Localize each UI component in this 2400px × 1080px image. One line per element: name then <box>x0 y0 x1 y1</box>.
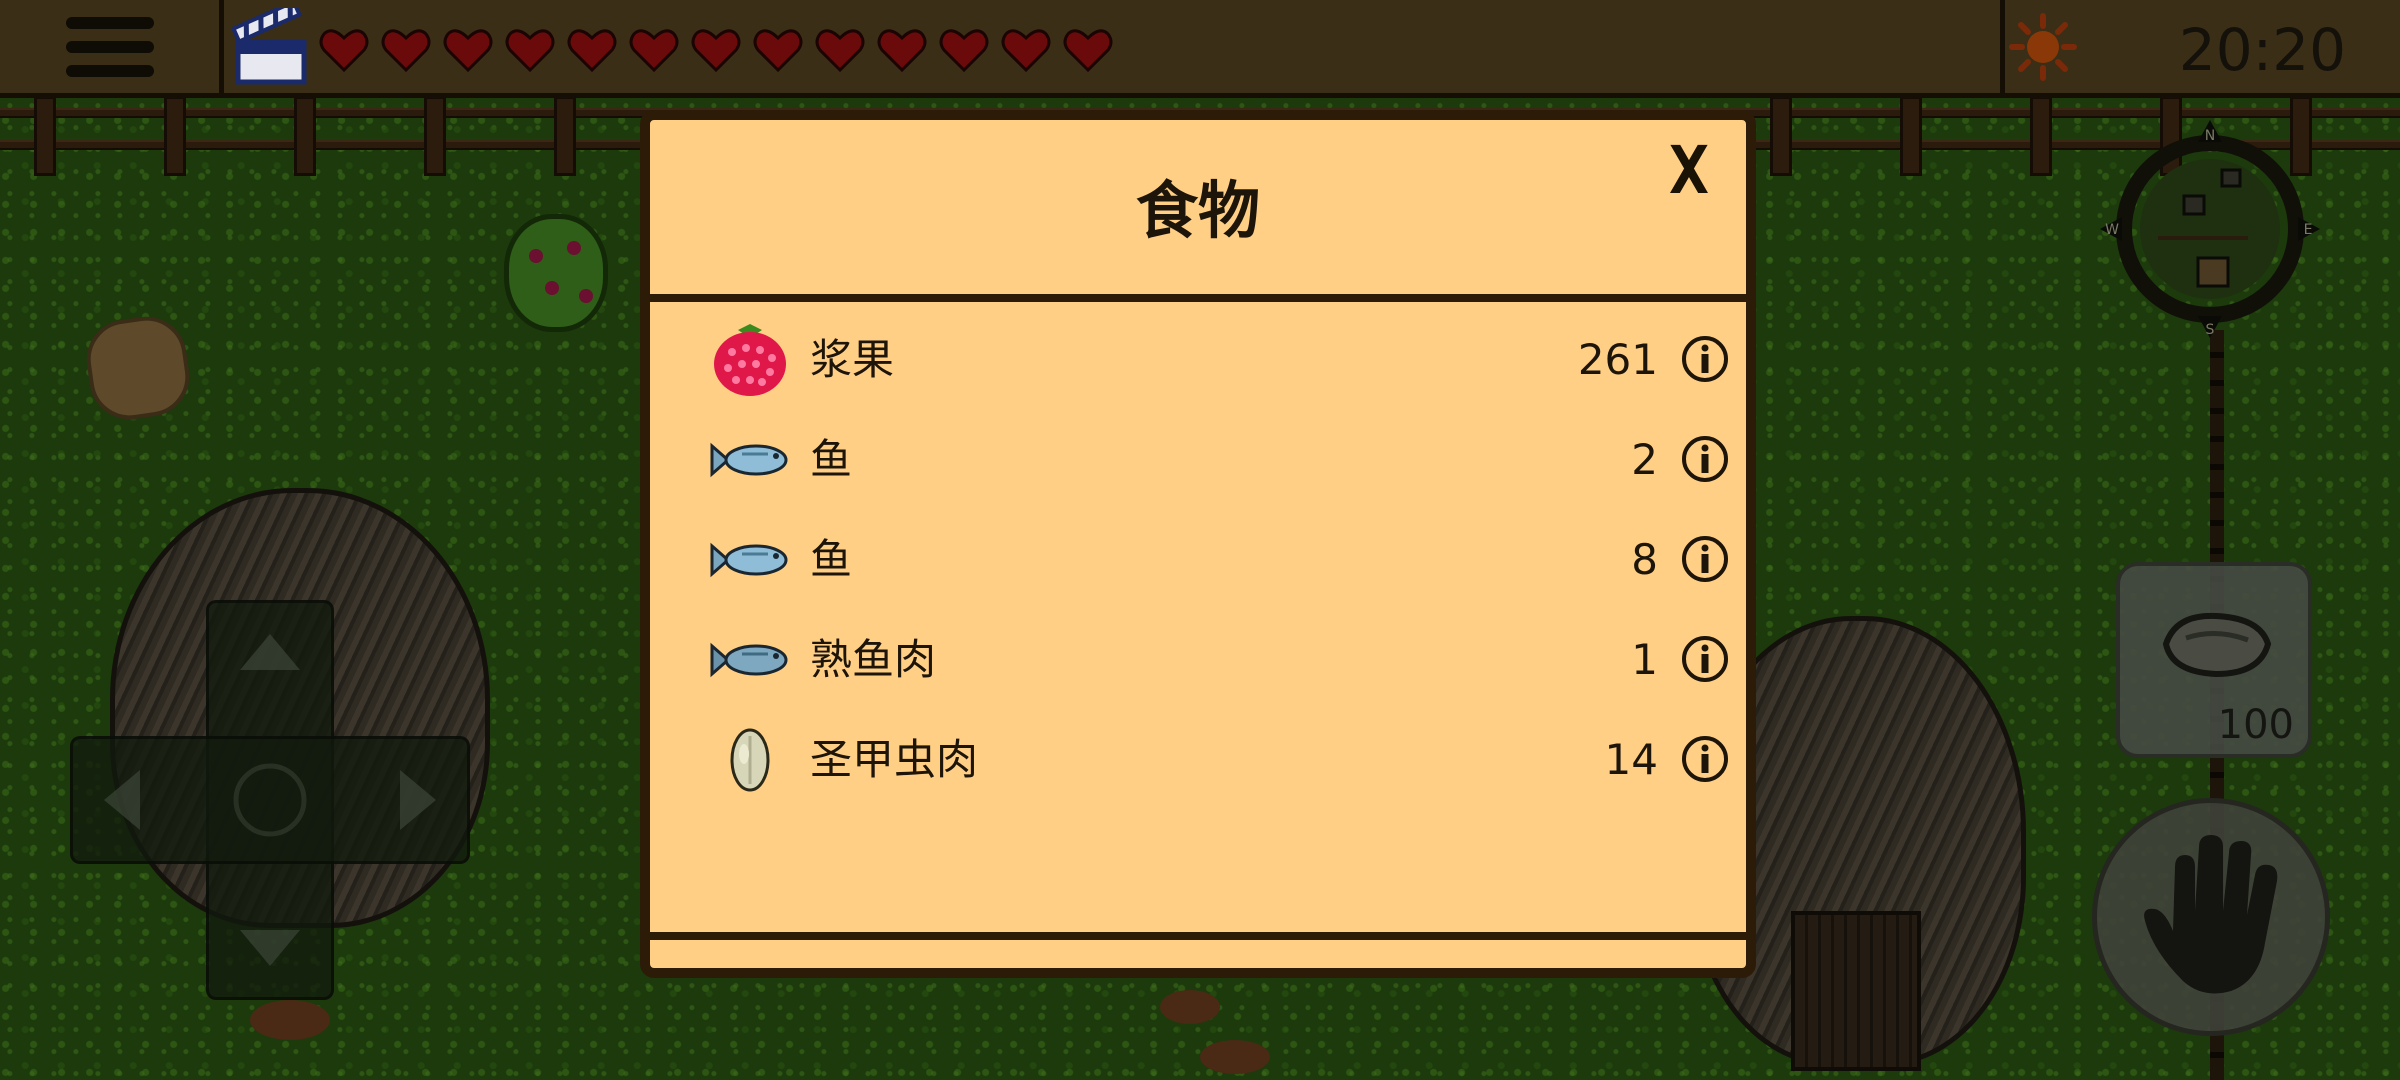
fence-post <box>294 96 316 176</box>
clapperboard-icon[interactable] <box>232 8 312 88</box>
fence-post <box>34 96 56 176</box>
fence-post <box>424 96 446 176</box>
heart-icon <box>877 29 927 73</box>
fence-post <box>1900 96 1922 176</box>
top-hud: 20:20 <box>0 0 2400 98</box>
arrow-down-icon[interactable] <box>1340 964 1422 978</box>
item-quantity: 2 <box>1631 435 1658 484</box>
heart-icon <box>1063 29 1113 73</box>
list-item[interactable]: 鱼 2 <box>650 410 1746 510</box>
equipped-item-slot[interactable]: 100 <box>2116 562 2312 758</box>
hand-icon <box>2144 835 2278 994</box>
heart-icon <box>443 29 493 73</box>
info-icon[interactable] <box>1680 534 1730 584</box>
info-icon[interactable] <box>1680 434 1730 484</box>
hud-divider <box>2000 0 2005 93</box>
raspberry-icon <box>714 324 786 396</box>
item-name: 鱼 <box>810 435 853 484</box>
hut-door <box>1791 911 1921 1071</box>
svg-text:E: E <box>2304 222 2313 238</box>
health-hearts <box>318 20 1114 80</box>
sun-icon <box>2009 13 2077 81</box>
dpad-left-icon <box>104 770 140 830</box>
dpad-center-icon <box>233 763 307 837</box>
heart-icon <box>939 29 989 73</box>
dpad-arrows <box>104 634 436 966</box>
item-quantity: 8 <box>1631 535 1658 584</box>
heart-icon <box>319 29 369 73</box>
dirt-patch <box>1160 990 1220 1024</box>
heart-icon <box>505 29 555 73</box>
dpad-up-icon <box>240 634 300 670</box>
food-dialog: 食物 X 浆果 261 鱼 2 鱼 8 熟鱼肉 1 圣甲虫肉 14 <box>640 110 1756 978</box>
svg-text:W: W <box>2105 222 2119 238</box>
list-item[interactable]: 圣甲虫肉 14 <box>650 710 1746 810</box>
fence-post <box>164 96 186 176</box>
dpad[interactable] <box>70 600 470 1000</box>
heart-icon <box>753 29 803 73</box>
heart-icon <box>691 29 741 73</box>
dirt-patch <box>250 1000 330 1040</box>
heart-icon <box>567 29 617 73</box>
heart-icon <box>381 29 431 73</box>
item-quantity: 261 <box>1577 335 1658 384</box>
menu-button[interactable] <box>0 0 224 93</box>
fish-icon <box>710 642 788 678</box>
item-quantity: 1 <box>1631 635 1658 684</box>
svg-text:N: N <box>2205 128 2215 144</box>
fence-post <box>1770 96 1792 176</box>
list-item[interactable]: 熟鱼肉 1 <box>650 610 1746 710</box>
dialog-header: 食物 X <box>650 120 1746 302</box>
berry-bush <box>504 214 608 332</box>
stone-icon <box>2162 612 2272 678</box>
fish-icon <box>710 542 788 578</box>
item-name: 浆果 <box>810 335 895 384</box>
food-item-list[interactable]: 浆果 261 鱼 2 鱼 8 熟鱼肉 1 圣甲虫肉 14 <box>650 310 1746 934</box>
dirt-patch <box>1200 1040 1270 1074</box>
item-name: 鱼 <box>810 535 853 584</box>
dialog-title: 食物 <box>1135 174 1260 247</box>
list-item[interactable]: 浆果 261 <box>650 310 1746 410</box>
beetle-meat-icon <box>730 728 770 792</box>
info-icon[interactable] <box>1680 334 1730 384</box>
compass-minimap-icon[interactable]: N S W E <box>2098 118 2322 340</box>
list-item[interactable]: 鱼 8 <box>650 510 1746 610</box>
fiber-pile <box>81 311 195 425</box>
item-quantity: 14 <box>1604 735 1658 784</box>
item-name: 熟鱼肉 <box>810 635 937 684</box>
hamburger-menu-icon <box>65 16 154 29</box>
dpad-right-icon <box>400 770 436 830</box>
close-button[interactable]: X <box>1654 136 1724 206</box>
svg-text:S: S <box>2206 322 2215 338</box>
heart-icon <box>629 29 679 73</box>
info-icon[interactable] <box>1680 734 1730 784</box>
arrow-up-icon[interactable] <box>980 964 1062 978</box>
fence-post <box>2030 96 2052 176</box>
heart-icon <box>1001 29 1051 73</box>
equipped-item-count: 100 <box>2217 702 2294 748</box>
dpad-down-icon <box>240 930 300 966</box>
info-icon[interactable] <box>1680 634 1730 684</box>
fish-icon <box>710 442 788 478</box>
heart-icon <box>815 29 865 73</box>
interact-button[interactable] <box>2092 798 2330 1036</box>
item-name: 圣甲虫肉 <box>810 735 979 784</box>
fence-post <box>554 96 576 176</box>
game-clock: 20:20 <box>2178 16 2346 84</box>
dialog-footer <box>650 932 1746 978</box>
